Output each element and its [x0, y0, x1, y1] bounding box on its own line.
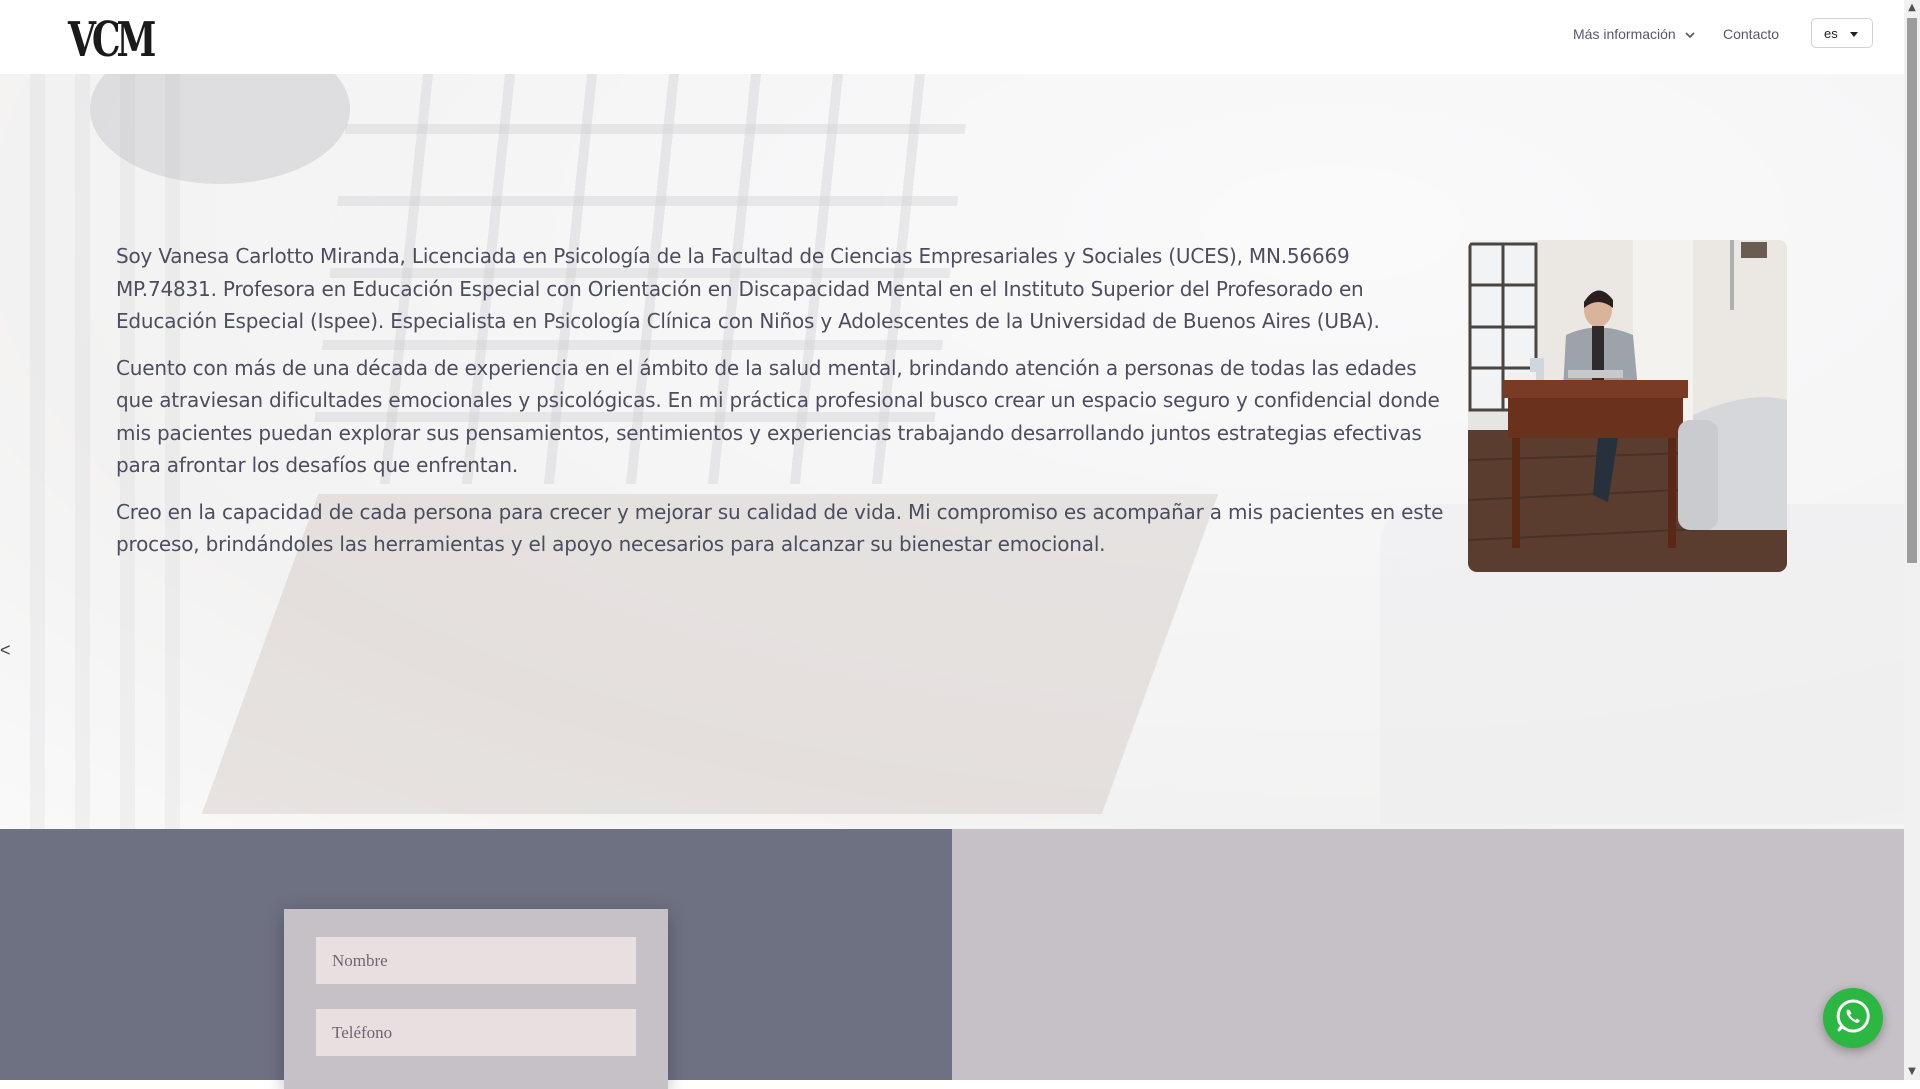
portrait-photo: [1468, 240, 1787, 572]
bio-paragraph: Creo en la capacidad de cada persona par…: [116, 499, 1444, 557]
caret-down-icon: [1850, 32, 1858, 37]
chevron-down-icon: [1684, 28, 1696, 40]
nav-more-info-dropdown[interactable]: Más información: [1573, 26, 1696, 42]
hero-section: Soy Vanesa Carlotto Miranda, Licenciada …: [0, 74, 1904, 829]
bio-paragraph: Soy Vanesa Carlotto Miranda, Licenciada …: [116, 244, 1380, 333]
carousel-prev-arrow[interactable]: <: [0, 640, 11, 661]
site-header: VCM Más información Contacto es: [0, 0, 1904, 74]
whatsapp-button[interactable]: [1823, 988, 1883, 1048]
nav-more-info-label: Más información: [1573, 26, 1676, 42]
page-scrollbar[interactable]: ▲ ▼: [1904, 0, 1920, 1080]
scroll-down-icon[interactable]: ▼: [1904, 1064, 1920, 1080]
bio-text: Soy Vanesa Carlotto Miranda, Licenciada …: [116, 240, 1446, 575]
language-select[interactable]: es: [1811, 18, 1873, 48]
whatsapp-icon: [1834, 997, 1872, 1039]
contact-form: [284, 909, 668, 1089]
phone-input[interactable]: [316, 1009, 636, 1056]
nav-contact-link[interactable]: Contacto: [1723, 26, 1779, 42]
nav-contact-label: Contacto: [1723, 26, 1780, 42]
site-logo[interactable]: VCM: [68, 13, 156, 68]
language-selected-value: es: [1824, 25, 1838, 41]
bio-paragraph: Cuento con más de una década de experien…: [116, 355, 1440, 478]
contact-section-right: [952, 829, 1904, 1080]
name-input[interactable]: [316, 937, 636, 984]
scroll-up-icon[interactable]: ▲: [1904, 0, 1920, 16]
scrollbar-thumb[interactable]: [1907, 18, 1917, 563]
